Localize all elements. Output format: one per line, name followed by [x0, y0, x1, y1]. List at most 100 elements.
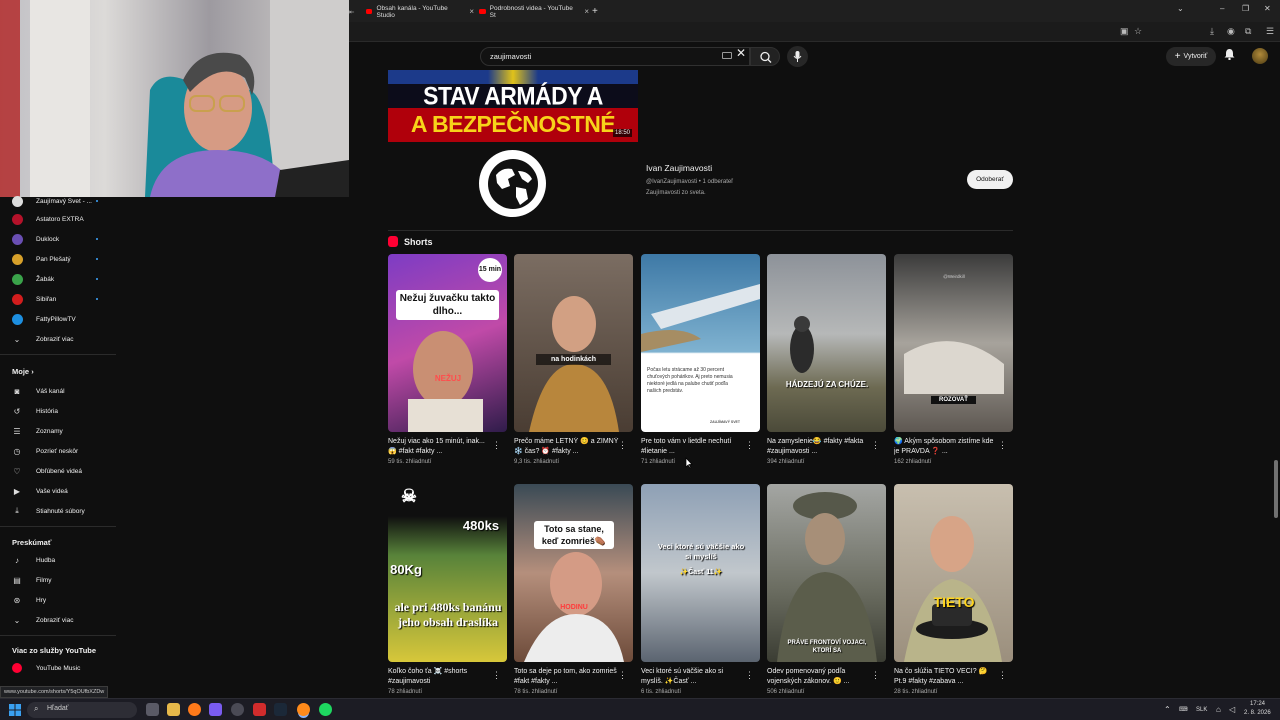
windows-start-icon[interactable]	[9, 704, 21, 716]
sidebar-item-liked[interactable]: ♡ Obľúbené videá	[0, 462, 120, 480]
short-card[interactable]: PRÁVE FRONTOVÍ VOJACI, KTORÍ SA Odev pom…	[767, 484, 886, 695]
profile-icon[interactable]: ◉	[1227, 26, 1235, 37]
short-title[interactable]: Veci ktoré sú väčšie ako si myslíš. ✨Čas…	[641, 667, 746, 687]
menu-icon[interactable]: ☰	[1266, 26, 1274, 37]
sidebar-item-subscription[interactable]: Astatoro EXTRA	[0, 210, 120, 228]
maximize-icon[interactable]: ❐	[1242, 4, 1249, 13]
network-icon[interactable]: ⌂	[1216, 705, 1221, 714]
short-title[interactable]: Na zamyslenie😂 #fakty #fakta #zaujimavos…	[767, 437, 872, 457]
sidebar-item-subscription[interactable]: Sibiřan	[0, 290, 120, 308]
sidebar-item-subscription[interactable]: Zaujímavý Svet - ...	[0, 192, 120, 210]
subscribe-button[interactable]: Odoberať	[967, 170, 1013, 189]
short-thumbnail[interactable]: HÁDZEJÚ ZA CHÚZE.	[767, 254, 886, 432]
short-title[interactable]: Na čo slúžia TIETO VECI? 🤔 Pt.9 #fakty #…	[894, 667, 999, 687]
close-window-icon[interactable]: ✕	[1264, 4, 1271, 13]
more-options-icon[interactable]: ⋮	[998, 670, 1007, 681]
sidebar-item-your-channel[interactable]: ◙ Váš kanál	[0, 382, 120, 400]
sidebar-item-movies[interactable]: ▤ Filmy	[0, 571, 120, 589]
search-button[interactable]	[750, 47, 780, 66]
clock-time[interactable]: 17:24	[1250, 701, 1265, 707]
short-title[interactable]: Prečo máme LETNÝ 😊 a ZIMNÝ ❄️ čas? ⏰ #fa…	[514, 437, 619, 457]
you-heading[interactable]: Moje ›	[12, 367, 34, 376]
short-thumbnail[interactable]: PRÁVE FRONTOVÍ VOJACI, KTORÍ SA	[767, 484, 886, 662]
tab-video-details[interactable]: Podrobnosti videa - YouTube St ×	[479, 3, 589, 20]
xmind-icon[interactable]	[253, 703, 266, 716]
more-options-icon[interactable]: ⋮	[745, 670, 754, 681]
sidebar-item-youtube-music[interactable]: YouTube Music	[0, 659, 120, 677]
steam-icon[interactable]	[274, 703, 287, 716]
short-thumbnail[interactable]: ☠ 480ks 80Kg ale pri 480ks banánu jeho o…	[388, 484, 507, 662]
clock-date[interactable]: 2. 8. 2026	[1244, 710, 1271, 716]
short-title[interactable]: Toto sa deje po tom, ako zomrieš #fakt #…	[514, 667, 619, 687]
sidebar-explore-more[interactable]: ⌄ Zobraziť viac	[0, 611, 120, 629]
sidebar-item-playlists[interactable]: ☰ Zoznamy	[0, 422, 120, 440]
more-options-icon[interactable]: ⋮	[871, 670, 880, 681]
more-options-icon[interactable]: ⋮	[618, 670, 627, 681]
reader-icon[interactable]: ▣	[1120, 26, 1129, 37]
short-card[interactable]: Veci ktoré sú väčšie ako si myslíš ✨Časť…	[641, 484, 760, 695]
short-title[interactable]: 🌍 Akým spôsobom zistíme kde je PRAVDA ❓ …	[894, 437, 999, 457]
file-explorer-icon[interactable]	[167, 703, 180, 716]
tab-list-icon[interactable]: ⌄	[1177, 4, 1184, 13]
short-title[interactable]: Odev pomenovaný podľa vojenských zákonov…	[767, 667, 872, 687]
keyboard-icon[interactable]	[722, 52, 732, 59]
search-input[interactable]: zaujimavosti	[480, 47, 750, 66]
more-options-icon[interactable]: ⋮	[871, 440, 880, 451]
sidebar-item-gaming[interactable]: ⊛ Hry	[0, 591, 120, 609]
page-scrollbar[interactable]	[1274, 460, 1278, 518]
tray-misc-icon[interactable]: ⌨	[1179, 706, 1188, 713]
close-icon[interactable]: ×	[469, 7, 474, 16]
volume-icon[interactable]: ◁	[1229, 705, 1235, 714]
sidebar-item-subscription[interactable]: Pan Plešatý	[0, 250, 120, 268]
tab-arrow[interactable]: ⇤	[349, 3, 354, 20]
task-view-icon[interactable]	[146, 703, 159, 716]
minimize-icon[interactable]: –	[1220, 4, 1224, 13]
clear-search-icon[interactable]: ✕	[736, 46, 746, 60]
short-card[interactable]: TIETO Na čo slúžia TIETO VECI? 🤔 Pt.9 #f…	[894, 484, 1013, 695]
extensions-icon[interactable]: ⧉	[1245, 26, 1251, 37]
download-icon[interactable]: ⤓	[1210, 26, 1214, 37]
sidebar-item-your-videos[interactable]: ▶ Vaše videá	[0, 482, 120, 500]
more-options-icon[interactable]: ⋮	[492, 440, 501, 451]
short-card[interactable]: ☠ 480ks 80Kg ale pri 480ks banánu jeho o…	[388, 484, 507, 695]
sidebar-item-subscription[interactable]: Žabák	[0, 270, 120, 288]
sidebar-item-music[interactable]: ♪ Hudba	[0, 551, 120, 569]
taskbar-search[interactable]: ⌕ Hľadať	[27, 702, 137, 718]
channel-name[interactable]: Ivan Zaujimavosti	[646, 163, 712, 173]
sidebar-item-downloads[interactable]: ⤓ Stiahnuté súbory	[0, 502, 120, 520]
create-button[interactable]: + Vytvoriť	[1166, 47, 1216, 66]
short-thumbnail[interactable]: Nežuj žuvačku takto dlho... 15 min NEŽUJ	[388, 254, 507, 432]
notifications-bell-icon[interactable]	[1224, 48, 1235, 63]
short-card[interactable]: na hodinkách Prečo máme LETNÝ 😊 a ZIMNÝ …	[514, 254, 633, 465]
short-title[interactable]: Koľko čoho ťa ☠️ #shorts #zaujimavosti	[388, 667, 493, 687]
short-card[interactable]: Nežuj žuvačku takto dlho... 15 min NEŽUJ…	[388, 254, 507, 465]
keyboard-language[interactable]: SLK	[1196, 707, 1207, 713]
short-card[interactable]: Toto sa stane, keď zomrieš⚰️ HODINU Toto…	[514, 484, 633, 695]
short-thumbnail[interactable]: @Weirdkill ROZOVAŤ	[894, 254, 1013, 432]
short-thumbnail[interactable]: na hodinkách	[514, 254, 633, 432]
short-card[interactable]: Počas letu strácame až 30 percent chuťov…	[641, 254, 760, 465]
sidebar-show-more[interactable]: ⌄ Zobraziť viac	[0, 330, 120, 348]
more-options-icon[interactable]: ⋮	[998, 440, 1007, 451]
tab-channel-content[interactable]: Obsah kanála - YouTube Studio ×	[366, 3, 474, 20]
app-icon[interactable]	[231, 703, 244, 716]
short-title[interactable]: Pre toto vám v lietdle nechutí #lietanie…	[641, 437, 746, 457]
short-thumbnail[interactable]: Veci ktoré sú väčšie ako si myslíš ✨Časť…	[641, 484, 760, 662]
spotify-icon[interactable]	[319, 703, 332, 716]
close-icon[interactable]: ×	[584, 7, 589, 16]
firefox-icon[interactable]	[188, 703, 201, 716]
more-options-icon[interactable]: ⋮	[492, 670, 501, 681]
short-thumbnail[interactable]: Počas letu strácame až 30 percent chuťov…	[641, 254, 760, 432]
featured-video-thumbnail[interactable]: STAV ARMÁDY A POLÍCIE SR A BEZPEČNOSTNÉ …	[388, 70, 638, 142]
short-card[interactable]: HÁDZEJÚ ZA CHÚZE. Na zamyslenie😂 #fakty …	[767, 254, 886, 465]
channel-avatar[interactable]	[479, 150, 546, 217]
sidebar-item-subscription[interactable]: FattyPillowTV	[0, 310, 120, 328]
voice-search-button[interactable]	[787, 46, 808, 67]
tray-chevron-icon[interactable]: ⌃	[1164, 705, 1171, 714]
more-options-icon[interactable]: ⋮	[745, 440, 754, 451]
new-tab-button[interactable]: +	[592, 3, 598, 20]
sidebar-item-history[interactable]: ↺ História	[0, 402, 120, 420]
sidebar-item-subscription[interactable]: Duklock	[0, 230, 120, 248]
more-options-icon[interactable]: ⋮	[618, 440, 627, 451]
discord-icon[interactable]	[209, 703, 222, 716]
